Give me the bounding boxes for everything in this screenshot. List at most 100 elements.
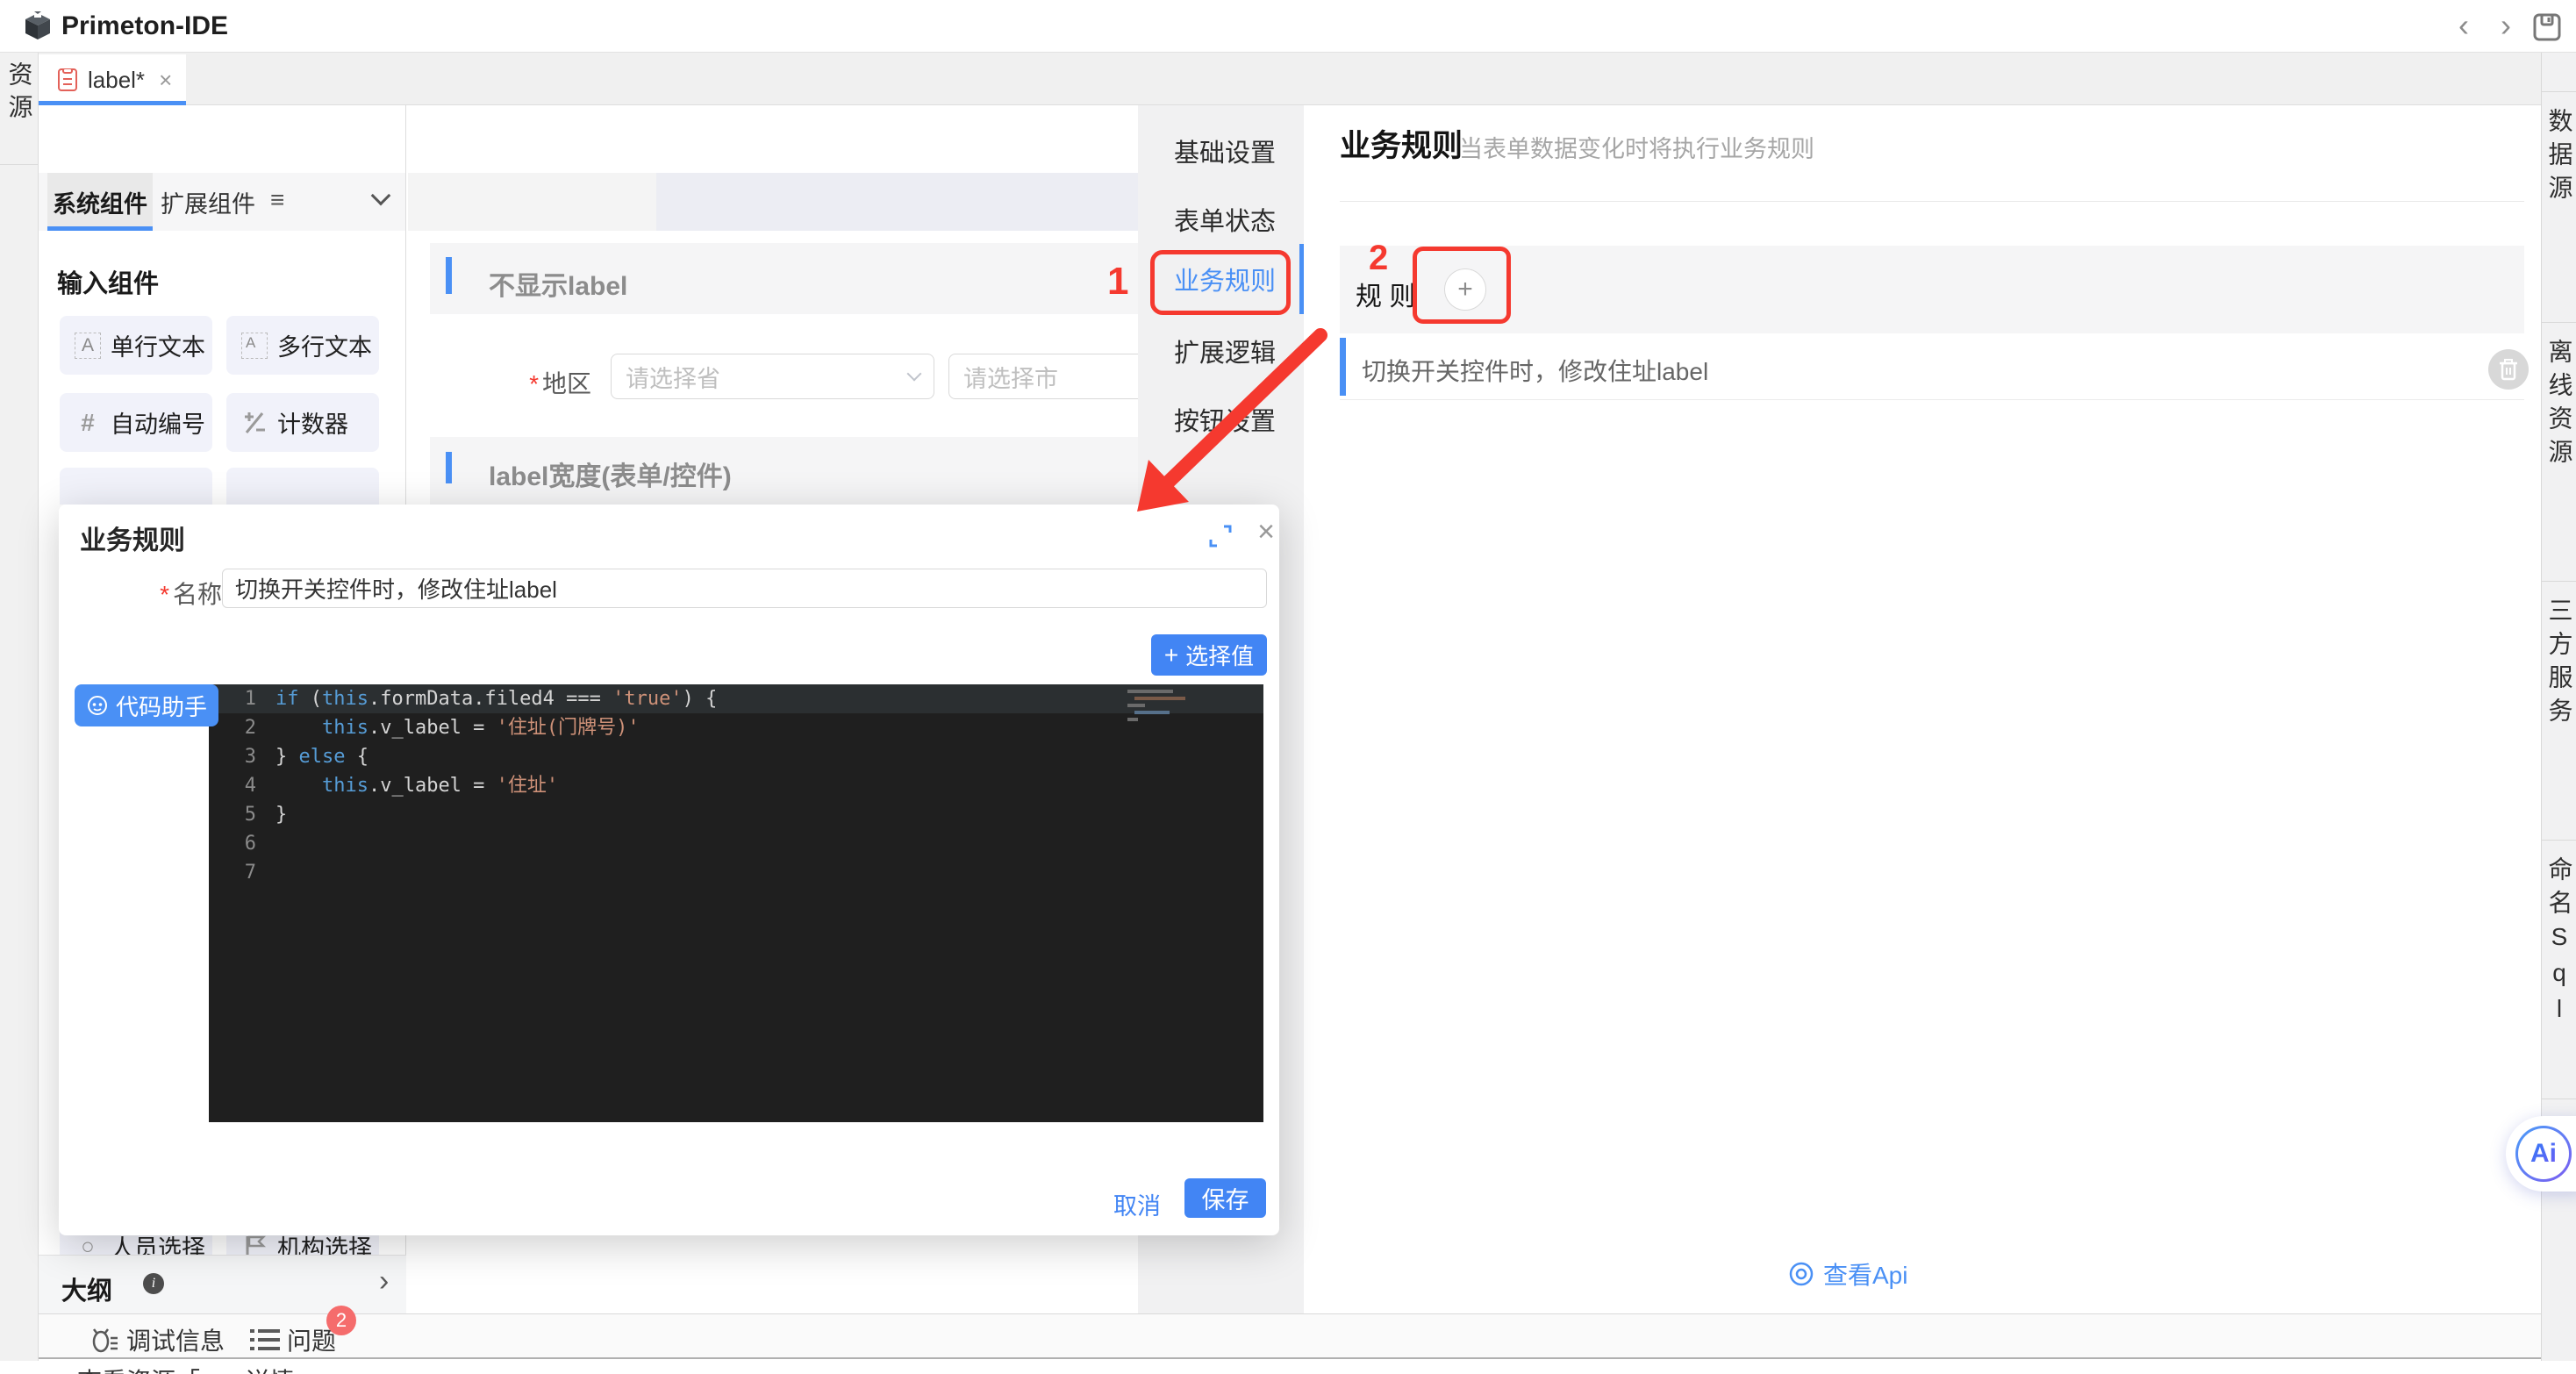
component-auto-number[interactable]: # 自动编号 bbox=[60, 393, 212, 452]
close-icon[interactable]: × bbox=[1249, 515, 1284, 549]
view-api-label: 查看Api bbox=[1823, 1256, 1907, 1292]
settings-item-button-settings[interactable]: 按钮设置 bbox=[1138, 393, 1304, 446]
multi-line-text-icon: A bbox=[239, 333, 270, 359]
counter-icon bbox=[239, 410, 270, 436]
rail-item-third-party-services[interactable]: 三方服务 bbox=[2542, 582, 2576, 841]
left-rail: 资源 bbox=[0, 53, 39, 1374]
delete-rule-button[interactable] bbox=[2488, 349, 2529, 390]
ai-assistant-button[interactable]: Ai bbox=[2506, 1116, 2576, 1192]
chevron-down-icon bbox=[907, 367, 922, 382]
rule-list-item[interactable]: 切换开关控件时，修改住址label bbox=[1340, 333, 2524, 400]
settings-panel: 基础设置 表单状态 业务规则 扩展逻辑 按钮设置 业务规则 当表单数据变化时将执… bbox=[1138, 105, 2541, 1313]
required-asterisk: * bbox=[529, 370, 539, 397]
auto-number-icon: # bbox=[72, 409, 104, 437]
business-rule-modal: 业务规则 × *名称 切换开关控件时，修改住址label + 选择值 代码助手 … bbox=[59, 505, 1279, 1235]
bottom-bar: 调试信息 问题 2 bbox=[39, 1313, 2541, 1359]
tab-system-components[interactable]: 系统组件 bbox=[47, 173, 153, 231]
component-panel-tabs: 系统组件 扩展组件 ≡ bbox=[39, 173, 405, 231]
divider bbox=[1340, 201, 2524, 202]
form-toolbar-selection bbox=[656, 173, 1138, 231]
business-rules-subtitle: 当表单数据变化时将执行业务规则 bbox=[1459, 130, 1814, 164]
annotation-box-add-rule bbox=[1413, 247, 1511, 324]
list-icon bbox=[250, 1327, 280, 1353]
code-editor[interactable]: 1if (this.formData.filed4 === 'true') {2… bbox=[209, 684, 1263, 1122]
required-asterisk: * bbox=[160, 581, 169, 608]
rule-name-label: *名称 bbox=[94, 576, 222, 611]
active-menu-indicator bbox=[1299, 244, 1304, 314]
divider bbox=[2542, 53, 2576, 92]
nav-forward-icon[interactable]: › bbox=[2490, 7, 2522, 44]
rail-item-named-sql[interactable]: 命名Sql bbox=[2542, 841, 2576, 1099]
component-single-line-text[interactable]: A 单行文本 bbox=[60, 316, 212, 375]
debug-info-button[interactable]: 调试信息 bbox=[89, 1322, 225, 1357]
assistant-icon bbox=[86, 694, 109, 717]
component-multi-line-text[interactable]: A 多行文本 bbox=[226, 316, 379, 375]
component-button-partial[interactable] bbox=[60, 468, 212, 505]
collapse-chevron-icon[interactable] bbox=[374, 189, 388, 203]
region-field-label: *地区 bbox=[439, 365, 591, 400]
settings-item-basic[interactable]: 基础设置 bbox=[1138, 125, 1304, 177]
component-list-menu-icon[interactable]: ≡ bbox=[270, 186, 284, 214]
code-assistant-button[interactable]: 代码助手 bbox=[75, 684, 218, 726]
ide-screen: Primeton-IDE ‹ › 资源 label* × bbox=[0, 0, 2576, 1374]
section-title: 不显示label bbox=[489, 264, 627, 303]
minimap[interactable] bbox=[1127, 690, 1191, 735]
form-file-icon bbox=[58, 68, 77, 91]
nav-back-icon[interactable]: ‹ bbox=[2448, 7, 2479, 44]
component-button-partial[interactable] bbox=[226, 468, 379, 505]
save-button[interactable]: 保存 bbox=[1184, 1178, 1266, 1218]
resources-label: 资源 bbox=[2, 61, 37, 164]
tab-close-icon[interactable]: × bbox=[159, 67, 172, 94]
ai-icon: Ai bbox=[2515, 1126, 2572, 1182]
modal-title: 业务规则 bbox=[80, 519, 185, 557]
rules-header-bar: 规 则 + bbox=[1340, 246, 2524, 333]
annotation-step-2: 2 bbox=[1369, 239, 1388, 278]
bug-icon bbox=[89, 1325, 119, 1355]
code-lines: 1if (this.formData.filed4 === 'true') {2… bbox=[209, 684, 1263, 887]
tab-extended-components[interactable]: 扩展组件 bbox=[160, 173, 256, 231]
outline-row[interactable]: 大纲 i › bbox=[39, 1255, 406, 1313]
rule-name: 切换开关控件时，修改住址label bbox=[1362, 353, 1708, 388]
rail-item-data-source[interactable]: 数据源 bbox=[2542, 92, 2576, 323]
app-logo-icon bbox=[23, 11, 53, 41]
business-rules-heading: 业务规则 bbox=[1340, 121, 1463, 166]
input-components-title: 输入组件 bbox=[57, 263, 159, 300]
eye-target-icon bbox=[1788, 1261, 1814, 1287]
maximize-icon[interactable] bbox=[1208, 524, 1233, 548]
trash-icon bbox=[2498, 358, 2519, 381]
top-bar: Primeton-IDE ‹ › bbox=[0, 0, 2576, 53]
province-placeholder: 请选择省 bbox=[626, 360, 909, 394]
section-accent-bar bbox=[446, 257, 452, 294]
component-counter[interactable]: 计数器 bbox=[226, 393, 379, 452]
status-text: 查看资源「...」详情 bbox=[77, 1363, 294, 1374]
problems-count-badge: 2 bbox=[326, 1306, 356, 1335]
expand-outline-icon[interactable]: › bbox=[379, 1264, 389, 1299]
section-accent-bar bbox=[446, 452, 452, 483]
sidebar-item-resources[interactable]: 资源 bbox=[0, 53, 38, 165]
plus-icon: + bbox=[1164, 641, 1178, 669]
single-line-text-icon: A bbox=[72, 333, 104, 359]
rule-name-value: 切换开关控件时，修改住址label bbox=[235, 572, 557, 605]
rail-item-offline-resources[interactable]: 离线资源 bbox=[2542, 323, 2576, 582]
annotation-box-business-rules bbox=[1150, 250, 1291, 315]
settings-item-form-state[interactable]: 表单状态 bbox=[1138, 193, 1304, 246]
province-select[interactable]: 请选择省 bbox=[611, 354, 934, 399]
tab-strip: label* × bbox=[39, 53, 2541, 105]
annotation-step-1: 1 bbox=[1107, 260, 1128, 304]
problems-button[interactable]: 问题 bbox=[250, 1322, 336, 1357]
rule-name-input[interactable]: 切换开关控件时，修改住址label bbox=[222, 569, 1267, 608]
cancel-button[interactable]: 取消 bbox=[1113, 1187, 1161, 1221]
tab-title: label* bbox=[88, 67, 145, 94]
tab-label[interactable]: label* × bbox=[39, 54, 186, 105]
info-icon: i bbox=[143, 1273, 164, 1294]
settings-item-extended-logic[interactable]: 扩展逻辑 bbox=[1138, 325, 1304, 377]
save-icon[interactable] bbox=[2532, 12, 2562, 42]
select-value-button[interactable]: + 选择值 bbox=[1151, 634, 1267, 676]
form-section-no-label[interactable]: 不显示label bbox=[430, 243, 1138, 314]
rules-label: 规 则 bbox=[1356, 275, 1415, 313]
outline-title: 大纲 bbox=[61, 1270, 112, 1307]
active-tab-underline bbox=[39, 101, 186, 105]
rule-accent-bar bbox=[1340, 338, 1346, 396]
view-api-link[interactable]: 查看Api bbox=[1788, 1256, 1907, 1292]
status-row: 查看资源「...」详情 bbox=[0, 1361, 2576, 1374]
